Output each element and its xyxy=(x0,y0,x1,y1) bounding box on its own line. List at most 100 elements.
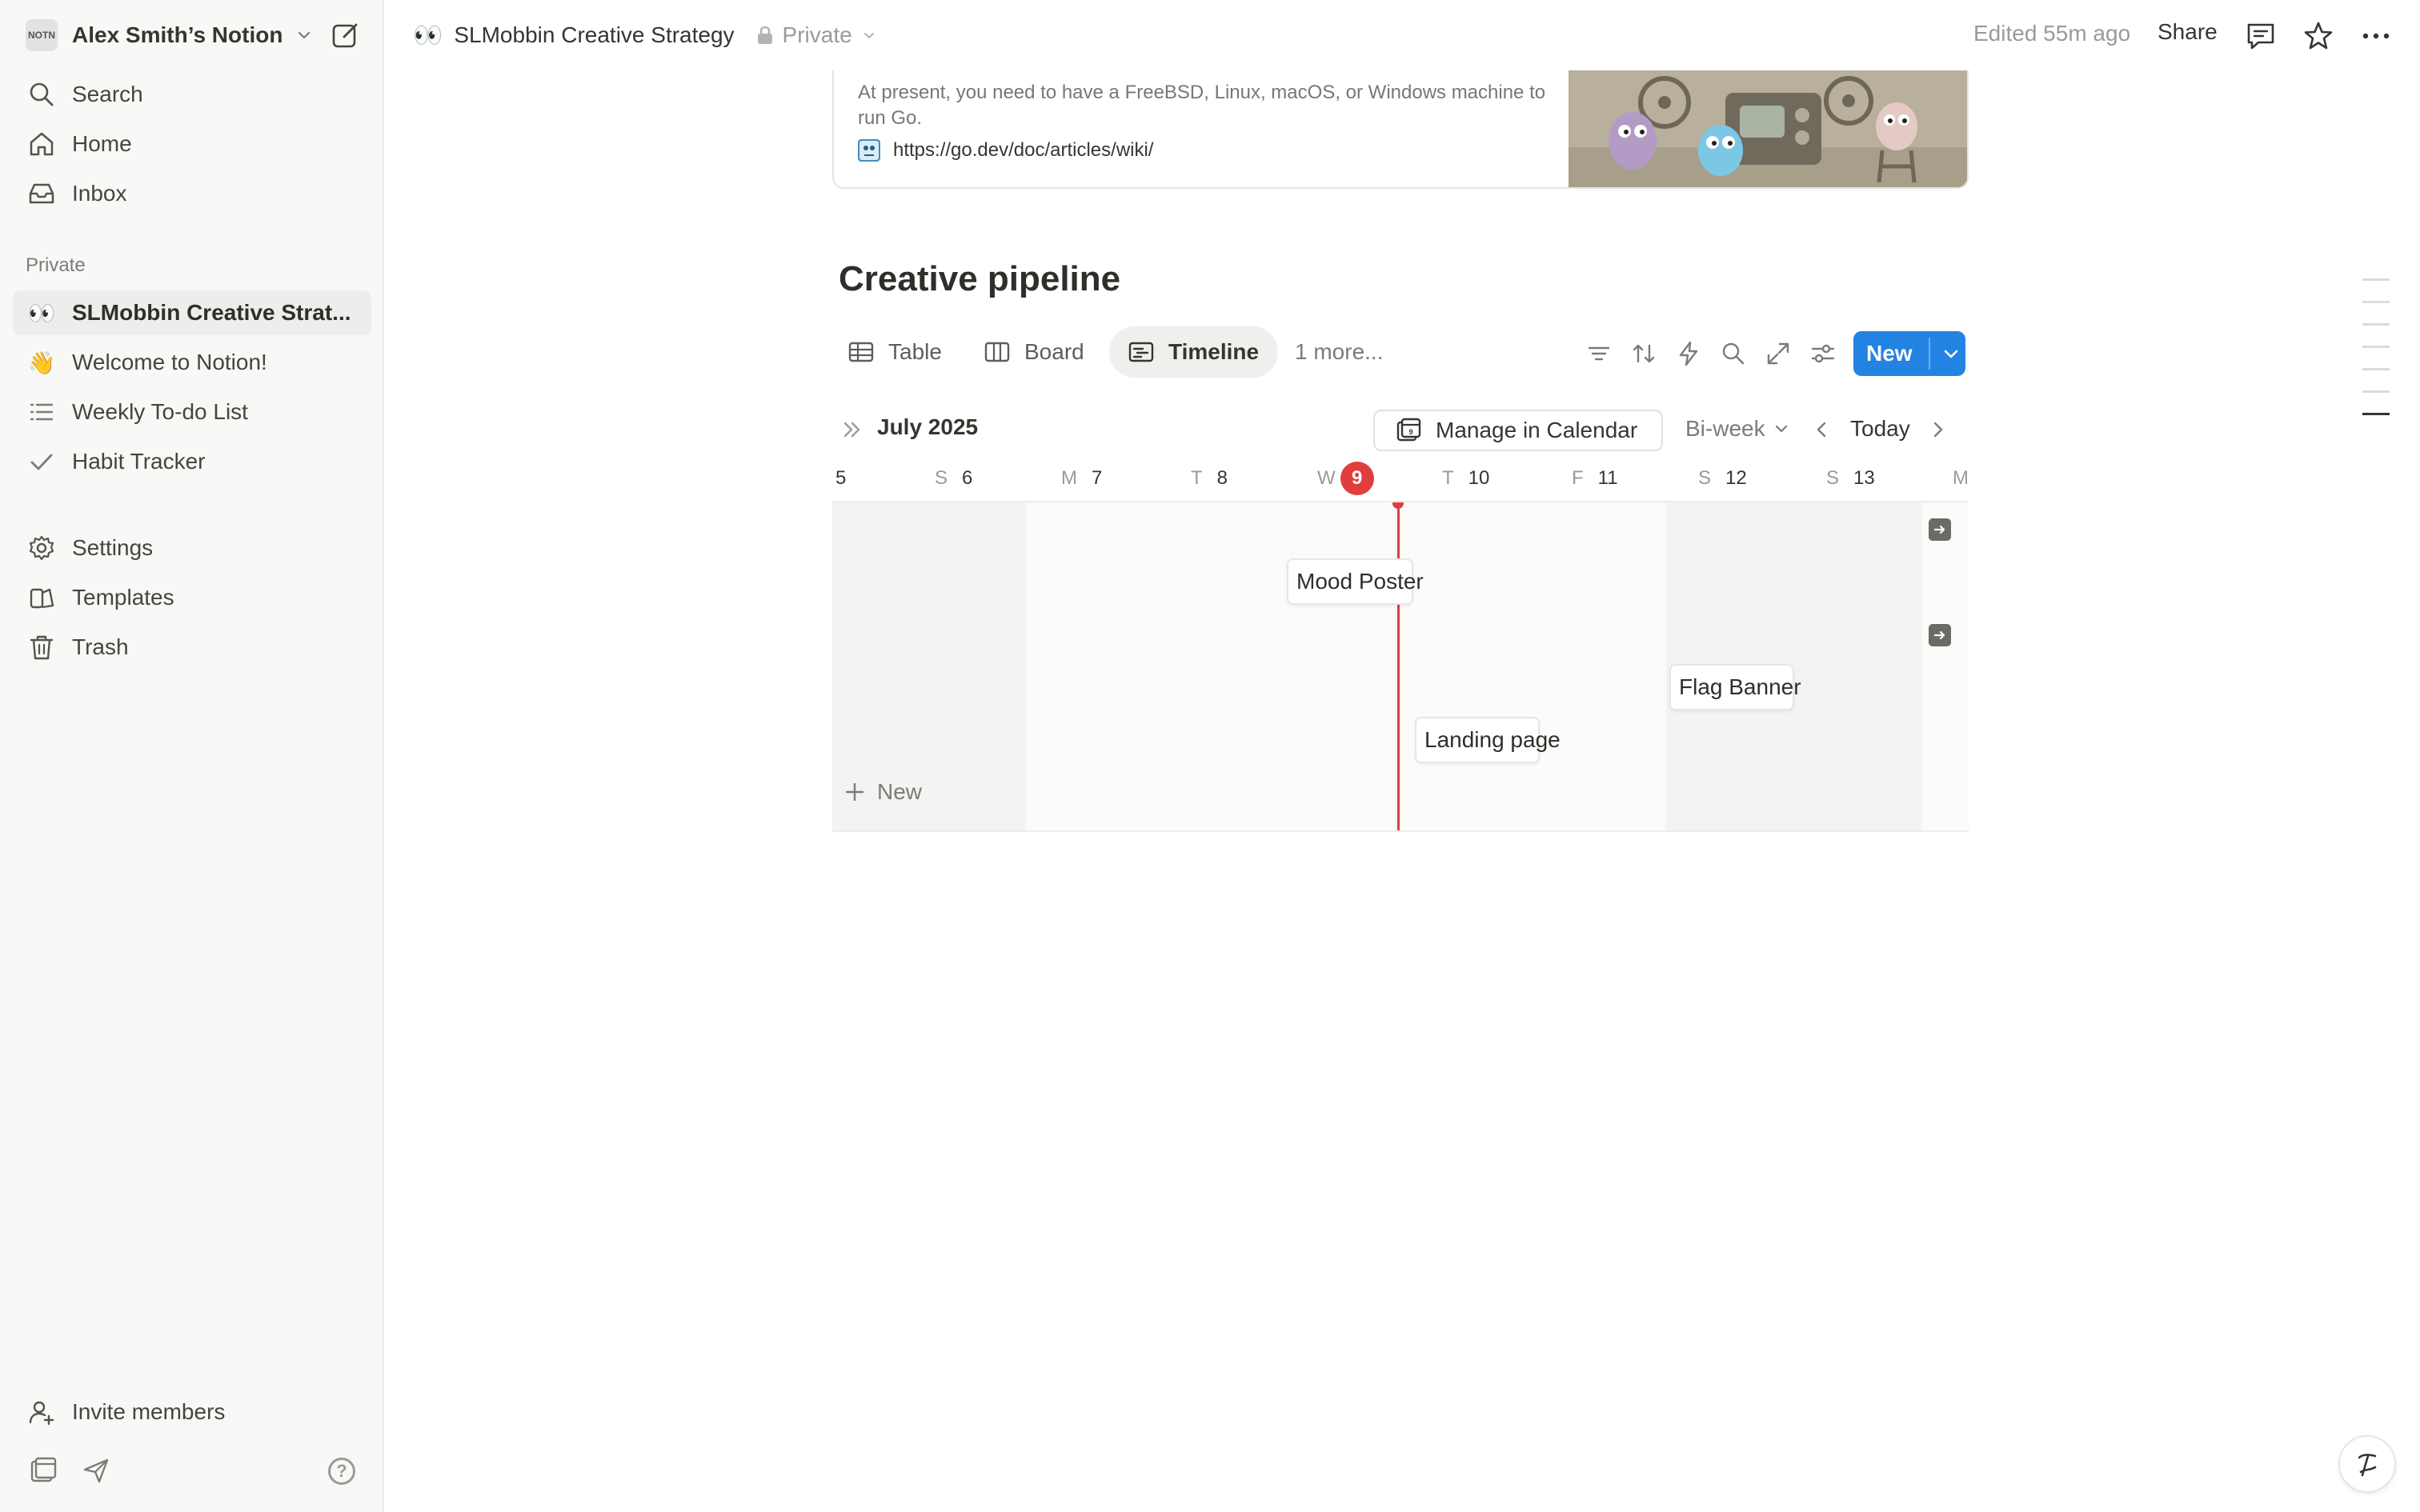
outline-tick[interactable] xyxy=(2362,301,2390,303)
today-button[interactable]: Today xyxy=(1850,416,1910,442)
help-icon[interactable]: ? xyxy=(328,1458,355,1485)
workspace-avatar: NOTN xyxy=(26,19,58,51)
breadcrumb-page-title: SLMobbin Creative Strategy xyxy=(454,22,735,47)
new-item-button[interactable]: New xyxy=(1853,331,1965,376)
sidebar-item-label: Settings xyxy=(72,535,154,560)
new-page-icon[interactable] xyxy=(330,19,362,51)
send-icon[interactable] xyxy=(82,1456,110,1485)
expand-icon[interactable] xyxy=(1764,339,1793,368)
filter-icon[interactable] xyxy=(1585,339,1613,368)
sidebar-item-habit-tracker[interactable]: Habit Tracker xyxy=(13,439,371,484)
database-title[interactable]: Creative pipeline xyxy=(839,259,1120,299)
tab-label: Timeline xyxy=(1168,339,1260,364)
tab-board[interactable]: Board xyxy=(965,326,1104,378)
timeline-grid[interactable]: Mood Poster Flag Banner Landing page New xyxy=(832,501,1969,832)
top-bar: 👀 SLMobbin Creative Strategy Private Edi… xyxy=(386,0,2420,70)
sidebar-item-label: Weekly To-do List xyxy=(72,399,248,424)
timeline-item-mood-poster[interactable]: Mood Poster xyxy=(1287,558,1424,605)
day-label: S 13 xyxy=(1826,462,1875,494)
home-icon xyxy=(26,128,58,160)
day-label: 5 xyxy=(835,462,846,494)
double-chevron-right-icon[interactable] xyxy=(840,418,864,442)
comments-icon[interactable] xyxy=(2244,19,2278,53)
outline-tick[interactable] xyxy=(2362,278,2390,281)
chevron-down-icon xyxy=(862,28,876,42)
outline-tick[interactable] xyxy=(2362,368,2390,370)
manage-in-calendar-button[interactable]: 9 Manage in Calendar xyxy=(1373,410,1663,451)
chevron-right-icon[interactable] xyxy=(1925,418,1949,442)
automation-icon[interactable] xyxy=(1674,339,1703,368)
calendar-icon[interactable] xyxy=(29,1456,58,1485)
outline-tick[interactable] xyxy=(2362,346,2390,348)
today-date-badge: 9 xyxy=(1340,462,1374,495)
timeline-new-row-button[interactable]: New xyxy=(843,779,922,805)
tab-table[interactable]: Table xyxy=(829,326,961,378)
day-label-today: W 9 xyxy=(1317,462,1374,495)
workspace-name: Alex Smith’s Notion xyxy=(72,22,283,47)
favorite-star-icon[interactable] xyxy=(2302,19,2335,53)
search-icon xyxy=(26,78,58,110)
invite-members-button[interactable]: Invite members xyxy=(13,1390,371,1434)
list-icon xyxy=(26,396,58,428)
section-label-private[interactable]: Private xyxy=(26,254,86,277)
privacy-indicator[interactable]: Private xyxy=(755,22,876,48)
outline-tick-active[interactable] xyxy=(2362,413,2390,415)
day-label: M xyxy=(1953,462,1967,494)
add-person-icon xyxy=(26,1396,58,1428)
chevron-down-icon xyxy=(295,26,313,44)
day-of-week: W xyxy=(1317,467,1336,489)
settings-icon[interactable] xyxy=(1809,339,1837,368)
eyes-emoji-icon: 👀 xyxy=(27,300,56,326)
gear-icon xyxy=(26,532,58,564)
sidebar-item-creative-strategy[interactable]: 👀 SLMobbin Creative Strat... xyxy=(13,290,371,335)
favicon-icon xyxy=(858,139,880,162)
sort-icon[interactable] xyxy=(1629,339,1658,368)
web-bookmark[interactable]: At present, you need to have a FreeBSD, … xyxy=(832,70,1969,189)
timeline-item-landing-page[interactable]: Landing page xyxy=(1415,717,1561,763)
trash-icon xyxy=(26,631,58,663)
sidebar-item-label: Inbox xyxy=(72,181,127,206)
breadcrumb[interactable]: 👀 SLMobbin Creative Strategy Private xyxy=(413,18,876,53)
privacy-label: Private xyxy=(782,22,852,47)
new-button-label: New xyxy=(1866,341,1913,366)
day-of-week: F xyxy=(1572,467,1584,489)
templates-icon xyxy=(26,582,58,614)
timeline-month: July 2025 xyxy=(877,414,979,439)
sidebar-item-templates[interactable]: Templates xyxy=(13,575,371,620)
outline-tick[interactable] xyxy=(2362,390,2390,393)
day-label: M 7 xyxy=(1061,462,1102,494)
search-icon[interactable] xyxy=(1719,339,1748,368)
sidebar-item-label: Welcome to Notion! xyxy=(72,350,267,374)
bookmark-link[interactable]: https://go.dev/doc/articles/wiki/ xyxy=(858,139,1153,162)
plus-icon xyxy=(843,781,866,803)
share-button[interactable]: Share xyxy=(2158,19,2218,45)
day-label: T 10 xyxy=(1442,462,1489,494)
chevron-left-icon[interactable] xyxy=(1810,418,1834,442)
chevron-down-icon[interactable] xyxy=(1940,342,1962,365)
day-of-week: T xyxy=(1191,467,1203,489)
day-label: F 11 xyxy=(1572,462,1618,494)
more-views-button[interactable]: 1 more... xyxy=(1295,339,1383,365)
scroll-to-item-icon[interactable] xyxy=(1929,624,1951,646)
sidebar-item-label: Search xyxy=(72,82,143,106)
outline-tick[interactable] xyxy=(2362,323,2390,326)
more-options-icon[interactable] xyxy=(2359,19,2393,53)
workspace-switcher[interactable]: NOTN Alex Smith’s Notion xyxy=(26,16,313,54)
tab-timeline[interactable]: Timeline xyxy=(1109,326,1279,378)
tab-label: Board xyxy=(1024,339,1084,364)
sidebar-item-weekly-todo[interactable]: Weekly To-do List xyxy=(13,390,371,434)
sidebar-item-settings[interactable]: Settings xyxy=(13,526,371,570)
range-select[interactable]: Bi-week xyxy=(1685,416,1789,442)
tab-label: Table xyxy=(888,339,942,364)
sidebar-item-inbox[interactable]: Inbox xyxy=(13,171,371,216)
timeline-item-flag-banner[interactable]: Flag Banner xyxy=(1669,664,1801,710)
sidebar-item-search[interactable]: Search xyxy=(13,72,371,117)
sidebar-item-trash[interactable]: Trash xyxy=(13,625,371,670)
sidebar-item-welcome[interactable]: 👋 Welcome to Notion! xyxy=(13,340,371,385)
sidebar-item-home[interactable]: Home xyxy=(13,122,371,166)
sidebar-item-label: Invite members xyxy=(72,1399,226,1424)
scroll-to-item-icon[interactable] xyxy=(1929,518,1951,541)
day-of-week: M xyxy=(1061,467,1077,489)
day-of-week: S xyxy=(935,467,948,489)
notion-ai-icon[interactable] xyxy=(2338,1435,2396,1493)
